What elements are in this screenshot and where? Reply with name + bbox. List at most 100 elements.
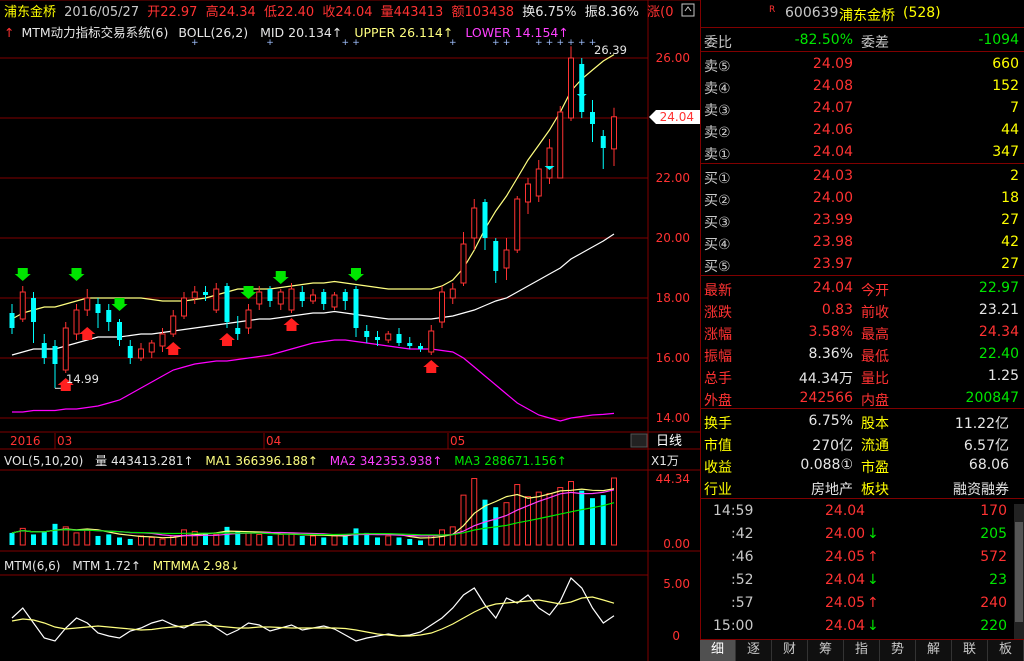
volume-bar: [84, 529, 91, 546]
volume-bar: [460, 494, 467, 546]
stat-value: 24.04: [812, 280, 853, 296]
high-value: 高24.34: [206, 4, 256, 20]
volume-bar: [546, 493, 553, 546]
bid-volume: 2: [1010, 168, 1019, 184]
tick-volume: 220: [980, 618, 1007, 634]
ask-volume: 44: [1001, 122, 1019, 138]
mtm-axis-top: 5.00: [663, 577, 690, 591]
candle-body: [84, 297, 91, 311]
scroll-button[interactable]: [630, 433, 648, 448]
panel-tab[interactable]: 解: [916, 640, 952, 661]
tick-row: 15:00 24.04 ↓ 220: [701, 615, 1024, 637]
chart-area[interactable]: + + + + + + + + + + + + + 浦东金桥 2016/05/27 开22.97 高24…: [0, 0, 700, 661]
candle-body: [590, 112, 595, 124]
tick-time: :42: [731, 526, 754, 542]
price-tick: 22.00: [656, 171, 690, 185]
volume-bar: [310, 535, 316, 546]
panel-tab[interactable]: 势: [880, 640, 916, 661]
candle-body: [31, 298, 36, 322]
tick-arrow: ↑: [867, 595, 879, 611]
fund-value: 270亿: [812, 438, 853, 454]
panel-tab[interactable]: 筹: [808, 640, 844, 661]
ask-level-label: 卖①: [704, 147, 731, 163]
bid-level-label: 买③: [704, 215, 731, 231]
stat-label: 外盘: [704, 393, 732, 409]
r-mark: R: [769, 5, 776, 15]
date-tick: 03: [57, 434, 72, 448]
panel-tab[interactable]: 联: [952, 640, 988, 661]
volume-bar: [321, 537, 327, 545]
fund-value: 融资融券: [953, 482, 1009, 498]
quote-stock-name: 浦东金桥: [839, 8, 895, 24]
mtm-axis-zero: 0: [672, 629, 680, 643]
header-bar: 浦东金桥 2016/05/27 开22.97 高24.34 低22.40 收24…: [4, 4, 673, 20]
arrow-up-icon: ↑: [4, 25, 14, 40]
panel-tab[interactable]: 板: [988, 640, 1024, 661]
volume-bar: [449, 526, 456, 546]
fund-value: 0.088①: [800, 457, 853, 473]
bid-level-label: 买②: [704, 193, 731, 209]
panel-tab[interactable]: 细: [700, 640, 736, 661]
candle-body: [546, 147, 553, 179]
close-value: 收24.04: [322, 5, 372, 20]
candle-body: [267, 289, 273, 301]
bid-price: 23.99: [812, 212, 853, 228]
tick-scrollbar[interactable]: [1014, 504, 1024, 639]
stat-label: 最低: [861, 349, 889, 365]
stat-row: 总手 44.34万 量比 1.25: [701, 365, 1024, 387]
candle-body: [525, 183, 531, 203]
bid-volume: 42: [1001, 234, 1019, 250]
stat-label: 涨幅: [704, 327, 732, 343]
stat-label: 前收: [861, 305, 889, 321]
candle-body: [482, 202, 488, 238]
bid-volume: 27: [1001, 256, 1019, 272]
bid-row: 买③ 23.99 27: [701, 209, 1024, 231]
ask-row: 卖④ 24.08 152: [701, 75, 1024, 97]
ask-price: 24.06: [812, 122, 853, 138]
panel-tab[interactable]: 逐: [736, 640, 772, 661]
stat-label: 涨跌: [704, 305, 732, 321]
candle-body: [299, 292, 305, 301]
amplitude-value: 振8.36%: [585, 5, 639, 20]
mtm-value: MTM 1.72↑: [72, 559, 141, 573]
period-label[interactable]: 日线: [656, 434, 682, 449]
candle-body: [364, 331, 370, 337]
candle-body: [535, 168, 542, 197]
stat-value: 1.25: [987, 368, 1019, 384]
stat-label: 总手: [704, 371, 732, 387]
stock-code: 600639: [785, 5, 839, 21]
price-tick: 18.00: [656, 291, 690, 305]
ask-price: 24.07: [812, 100, 853, 116]
ask-volume: 152: [992, 78, 1019, 94]
candle-body: [203, 292, 208, 295]
bid-level-label: 买①: [704, 171, 731, 187]
fund-label: 行业: [704, 482, 732, 498]
candle-body: [331, 294, 338, 308]
marker-icon: +: [578, 38, 586, 48]
bid-price: 24.00: [812, 190, 853, 206]
panel-tab[interactable]: 财: [772, 640, 808, 661]
amount-value: 额103438: [451, 5, 514, 20]
vol-axis-top: 44.34: [656, 472, 690, 486]
bid-price: 23.97: [812, 256, 853, 272]
volume-bar: [181, 529, 187, 546]
vol-unit: X1万: [651, 454, 679, 468]
indicator-bar: ↑ MTM动力指标交易系统(6) BOLL(26,2) MID 20.134↑ …: [4, 25, 569, 40]
low-value: 低22.40: [264, 5, 314, 20]
weicha-value: -1094: [978, 32, 1019, 48]
candle-body: [321, 292, 327, 304]
candle-body: [181, 297, 187, 317]
tick-price: 24.04: [825, 618, 866, 634]
volume-bar: [213, 533, 220, 546]
mid-label: MID 20.134↑: [260, 25, 342, 40]
tick-row: :42 24.00 ↓ 205: [701, 523, 1024, 545]
candle-body: [159, 333, 166, 347]
volume-bar: [52, 523, 58, 545]
panel-tab[interactable]: 指: [844, 640, 880, 661]
vol-axis-bottom: 0.00: [663, 537, 690, 551]
volume-bar: [353, 528, 359, 545]
tick-volume: 240: [980, 595, 1007, 611]
volume-bar: [557, 487, 564, 546]
fund-value: 68.06: [968, 457, 1009, 473]
candle-body: [611, 116, 617, 150]
